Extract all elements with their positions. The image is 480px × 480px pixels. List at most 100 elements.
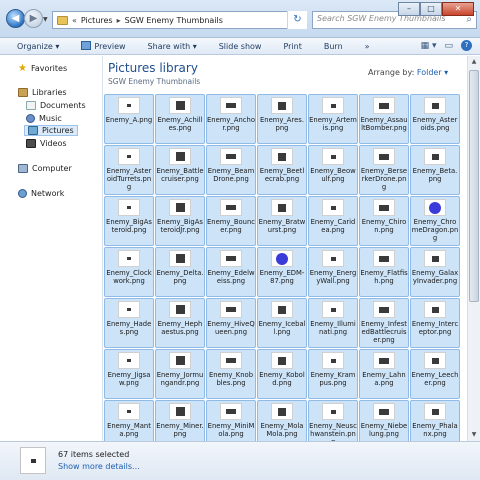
scrollbar-thumb[interactable] [469, 70, 479, 302]
file-item[interactable]: Enemy_Knobbles.png [206, 349, 256, 399]
file-item[interactable]: Enemy_Kobold.png [257, 349, 307, 399]
file-item[interactable]: Enemy_Jigsaw.png [104, 349, 154, 399]
file-thumbnail [373, 352, 395, 369]
navigation-pane: ★ Favorites Libraries Documents Music Pi… [0, 56, 103, 441]
file-item[interactable]: Enemy_MolaMola.png [257, 400, 307, 441]
file-item[interactable]: Enemy_BigAsteroid.png [104, 196, 154, 246]
slide-show-button[interactable]: Slide show [219, 42, 262, 51]
file-item[interactable]: Enemy_Interceptor.png [410, 298, 460, 348]
file-item[interactable]: Enemy_Beta.png [410, 145, 460, 195]
file-item[interactable]: Enemy_Illuminati.png [308, 298, 358, 348]
scroll-up-icon[interactable]: ▲ [468, 56, 480, 68]
file-item[interactable]: Enemy_Delta.png [155, 247, 205, 297]
print-button[interactable]: Print [283, 42, 301, 51]
address-segment-pictures[interactable]: Pictures [81, 16, 113, 25]
file-item[interactable]: Enemy_Niebelung.png [359, 400, 409, 441]
address-separator[interactable]: ▸ [117, 16, 121, 25]
organize-menu[interactable]: Organize ▾ [17, 42, 59, 51]
file-thumbnail [169, 403, 191, 420]
file-item[interactable]: Enemy_Battlecruiser.png [155, 145, 205, 195]
forward-button[interactable]: ▶ [24, 9, 43, 28]
view-controls: ▦ ▾ ▭ ? [421, 40, 472, 51]
file-thumbnail [322, 148, 344, 165]
file-item[interactable]: Enemy_Hephaestus.png [155, 298, 205, 348]
file-item[interactable]: Enemy_Artemis.png [308, 94, 358, 144]
preview-pane-icon[interactable]: ▭ [444, 41, 453, 51]
back-button[interactable]: ◀ [6, 9, 25, 28]
file-item[interactable]: Enemy_HiveQueen.png [206, 298, 256, 348]
change-view-icon[interactable]: ▦ ▾ [421, 41, 437, 51]
file-item[interactable]: Enemy_AssaultBomber.png [359, 94, 409, 144]
file-item[interactable]: Enemy_MiniMola.png [206, 400, 256, 441]
file-name: Enemy_InfestedBattlecruiser.png [361, 320, 407, 344]
nav-computer[interactable]: Computer [18, 164, 72, 173]
nav-pictures[interactable]: Pictures [24, 125, 78, 136]
nav-music[interactable]: Music [26, 114, 62, 123]
file-item[interactable]: Enemy_ChromeDragon.png [410, 196, 460, 246]
burn-button[interactable]: Burn [324, 42, 343, 51]
file-item[interactable]: Enemy_Edelweiss.png [206, 247, 256, 297]
help-icon[interactable]: ? [461, 40, 472, 51]
minimize-button[interactable]: – [398, 2, 420, 16]
nav-documents[interactable]: Documents [26, 101, 86, 110]
file-item[interactable]: Enemy_Ares.png [257, 94, 307, 144]
file-item[interactable]: Enemy_InfestedBattlecruiser.png [359, 298, 409, 348]
file-item[interactable]: Enemy_BigAsteroidJr.png [155, 196, 205, 246]
nav-network[interactable]: Network [18, 189, 64, 198]
close-button[interactable]: ✕ [442, 2, 474, 16]
scroll-down-icon[interactable]: ▼ [468, 429, 480, 441]
file-item[interactable]: Enemy_Bratwurst.png [257, 196, 307, 246]
refresh-button[interactable]: ↻ [287, 11, 307, 29]
file-item[interactable]: Enemy_Beowulf.png [308, 145, 358, 195]
nav-favorites[interactable]: ★ Favorites [18, 63, 67, 73]
nav-libraries[interactable]: Libraries [18, 88, 67, 97]
maximize-button[interactable]: □ [420, 2, 442, 16]
file-item[interactable]: Enemy_Beetlecrab.png [257, 145, 307, 195]
file-item[interactable]: Enemy_Asteroids.png [410, 94, 460, 144]
file-item[interactable]: Enemy_Clockwork.png [104, 247, 154, 297]
nav-videos[interactable]: Videos [26, 139, 67, 148]
share-with-menu[interactable]: Share with ▾ [148, 42, 197, 51]
file-item[interactable]: Enemy_Phalanx.png [410, 400, 460, 441]
file-thumbnail [271, 148, 293, 165]
address-bar[interactable]: « Pictures ▸ SGW Enemy Thumbnails [52, 11, 307, 29]
file-item[interactable]: Enemy_Jormungandr.png [155, 349, 205, 399]
file-name: Enemy_EnergyWall.png [309, 269, 357, 285]
file-item[interactable]: Enemy_Caridea.png [308, 196, 358, 246]
file-name: Enemy_ChromeDragon.png [411, 218, 459, 242]
file-item[interactable]: Enemy_Achilles.png [155, 94, 205, 144]
file-item[interactable]: Enemy_Manta.png [104, 400, 154, 441]
file-item[interactable]: Enemy_BeamDrone.png [206, 145, 256, 195]
arrange-by-dropdown[interactable]: Folder ▾ [417, 68, 448, 77]
address-prefix[interactable]: « [72, 16, 77, 25]
file-item[interactable]: Enemy_A.png [104, 94, 154, 144]
preview-button[interactable]: Preview [81, 41, 125, 51]
file-item[interactable]: Enemy_EDM-87.png [257, 247, 307, 297]
file-item[interactable]: Enemy_Bouncer.png [206, 196, 256, 246]
file-item[interactable]: Enemy_Neuschwanstein.png [308, 400, 358, 441]
file-item[interactable]: Enemy_GalaxyInvader.png [410, 247, 460, 297]
file-item[interactable]: Enemy_Hades.png [104, 298, 154, 348]
file-name: Enemy_Bouncer.png [207, 218, 255, 234]
file-item[interactable]: Enemy_EnergyWall.png [308, 247, 358, 297]
file-item[interactable]: Enemy_Flatfish.png [359, 247, 409, 297]
file-item[interactable]: Enemy_AsteroidTurrets.png [104, 145, 154, 195]
file-item[interactable]: Enemy_Lahna.png [359, 349, 409, 399]
show-more-details-link[interactable]: Show more details... [58, 462, 140, 471]
more-commands-button[interactable]: » [365, 42, 370, 51]
file-name: Enemy_A.png [105, 116, 153, 124]
vertical-scrollbar[interactable]: ▲ ▼ [467, 56, 480, 441]
file-name: Enemy_Jormungandr.png [156, 371, 204, 387]
file-item[interactable]: Enemy_Miner.png [155, 400, 205, 441]
file-name: Enemy_Beta.png [412, 167, 458, 183]
file-thumbnail [169, 199, 191, 216]
file-item[interactable]: Enemy_Anchor.png [206, 94, 256, 144]
file-item[interactable]: Enemy_BerserkerDrone.png [359, 145, 409, 195]
file-item[interactable]: Enemy_Leecher.png [410, 349, 460, 399]
address-segment-current[interactable]: SGW Enemy Thumbnails [125, 16, 223, 25]
recent-pages-dropdown[interactable]: ▼ [43, 16, 48, 23]
file-item[interactable]: Enemy_Chiron.png [359, 196, 409, 246]
file-item[interactable]: Enemy_Iceball.png [257, 298, 307, 348]
file-name: Enemy_Bratwurst.png [258, 218, 306, 234]
file-item[interactable]: Enemy_Krampus.png [308, 349, 358, 399]
